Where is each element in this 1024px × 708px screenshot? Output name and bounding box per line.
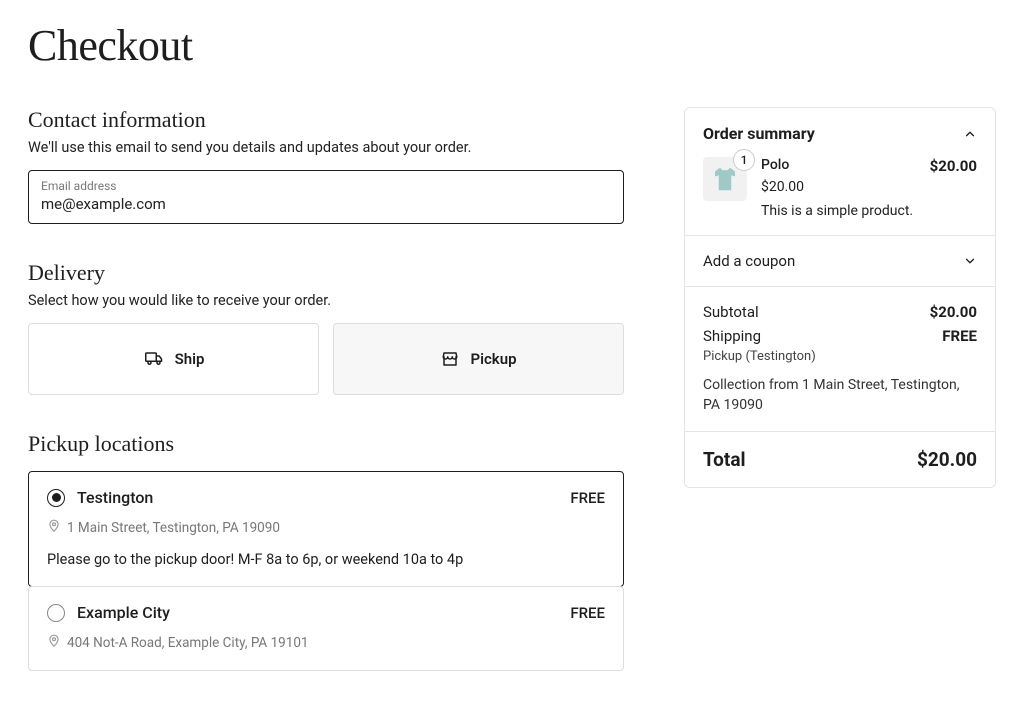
truck-icon [143, 350, 165, 368]
pickup-location-address: 404 Not-A Road, Example City, PA 19101 [67, 635, 309, 651]
pickup-location-price: FREE [570, 489, 605, 507]
pickup-location-instructions: Please go to the pickup door! M-F 8a to … [47, 551, 605, 568]
summary-toggle[interactable]: Order summary [703, 124, 977, 143]
shipping-method: Pickup (Testington) [703, 349, 977, 364]
page-title: Checkout [28, 20, 996, 71]
radio-selected-icon [47, 489, 65, 507]
pickup-location-price: FREE [570, 604, 605, 622]
quantity-badge: 1 [733, 149, 755, 171]
add-coupon-toggle[interactable]: Add a coupon [703, 252, 977, 270]
contact-desc: We'll use this email to send you details… [28, 139, 624, 156]
delivery-desc: Select how you would like to receive you… [28, 292, 624, 309]
collection-note: Collection from 1 Main Street, Testingto… [703, 376, 977, 415]
contact-section: Contact information We'll use this email… [28, 107, 624, 224]
pickup-locations-section: Pickup locations Testington FREE 1 Main … [28, 431, 624, 671]
pickup-label: Pickup [470, 350, 516, 368]
radio-unselected-icon [47, 604, 65, 622]
pickup-location-card[interactable]: Testington FREE 1 Main Street, Testingto… [28, 471, 624, 587]
subtotal-label: Subtotal [703, 303, 759, 321]
grand-total-row: Total $20.00 [703, 448, 977, 471]
subtotal-value: $20.00 [930, 303, 977, 321]
summary-totals: Subtotal $20.00 Shipping FREE Pickup (Te… [685, 287, 995, 432]
email-value: me@example.com [41, 195, 611, 213]
contact-title: Contact information [28, 107, 624, 133]
pickup-location-name: Example City [77, 603, 170, 622]
summary-title: Order summary [703, 124, 815, 143]
total-label: Total [703, 448, 746, 471]
ship-option[interactable]: Ship [28, 323, 319, 395]
pickup-option[interactable]: Pickup [333, 323, 624, 395]
email-label: Email address [41, 179, 611, 193]
item-unit-price: $20.00 [761, 179, 916, 195]
item-name: Polo [761, 157, 916, 173]
shipping-label: Shipping [703, 327, 761, 345]
pickup-location-name: Testington [77, 488, 153, 507]
summary-item: 1 Polo $20.00 This is a simple product. … [703, 157, 977, 219]
delivery-title: Delivery [28, 260, 624, 286]
delivery-section: Delivery Select how you would like to re… [28, 260, 624, 395]
store-icon [440, 350, 460, 368]
item-desc: This is a simple product. [761, 203, 916, 219]
item-line-total: $20.00 [930, 157, 977, 219]
pin-icon [47, 634, 61, 652]
order-summary: Order summary 1 Polo $20.00 [684, 107, 996, 488]
pickup-location-card[interactable]: Example City FREE 404 Not-A Road, Exampl… [28, 586, 624, 671]
pickup-location-address: 1 Main Street, Testington, PA 19090 [67, 520, 280, 536]
shipping-value: FREE [942, 327, 977, 345]
pickup-locations-title: Pickup locations [28, 431, 624, 457]
chevron-up-icon [963, 127, 977, 141]
email-field[interactable]: Email address me@example.com [28, 170, 624, 224]
total-value: $20.00 [917, 448, 977, 471]
coupon-label: Add a coupon [703, 252, 795, 270]
pin-icon [47, 519, 61, 537]
ship-label: Ship [175, 350, 205, 368]
chevron-down-icon [963, 254, 977, 268]
